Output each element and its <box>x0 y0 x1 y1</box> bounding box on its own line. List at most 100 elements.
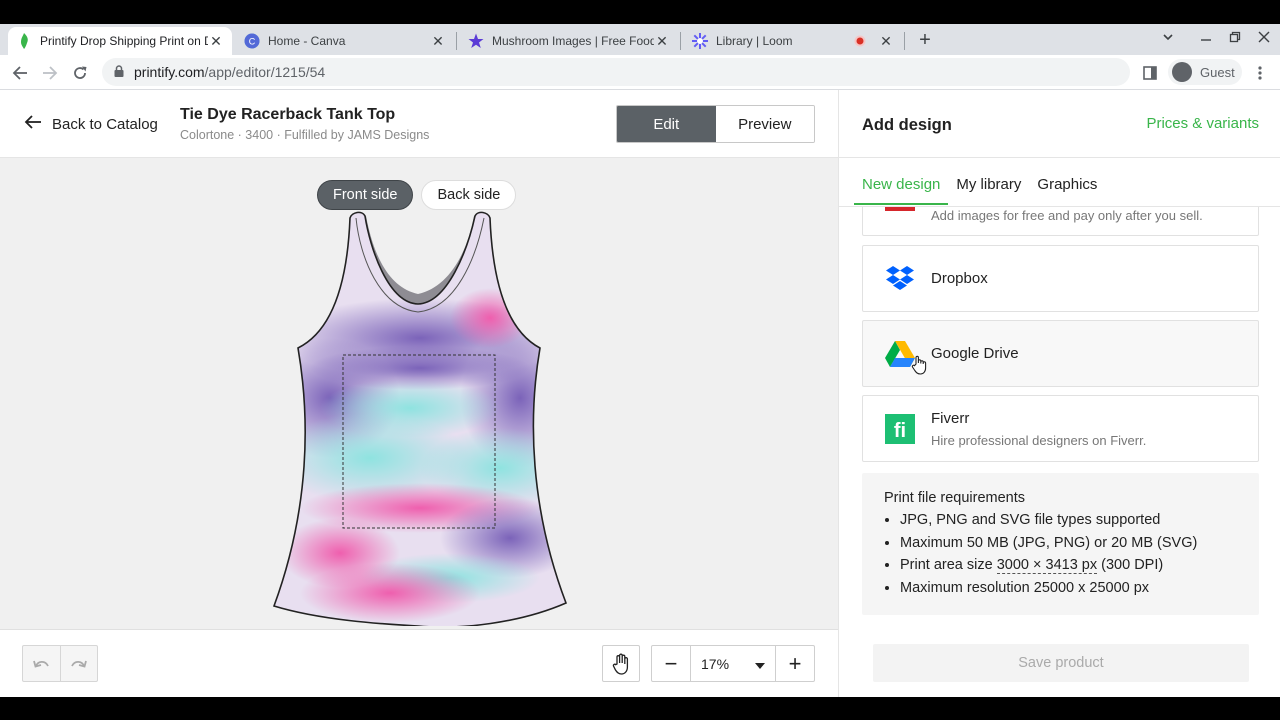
profile-button[interactable]: Guest <box>1168 59 1242 85</box>
close-tab-icon[interactable]: ✕ <box>430 33 446 50</box>
reload-icon[interactable] <box>68 61 92 85</box>
tab-search-icon[interactable] <box>1162 30 1174 46</box>
panel-title: Add design <box>862 116 952 134</box>
url-host: printify.com <box>134 64 205 80</box>
tab-title: Library | Loom <box>716 34 793 48</box>
print-area-dimensions[interactable]: 3000 × 3413 px <box>996 557 1098 574</box>
tab-divider <box>904 32 905 50</box>
prices-variants-link[interactable]: Prices & variants <box>1146 115 1259 132</box>
printify-icon <box>16 33 32 49</box>
browser-toolbar: printify.com/app/editor/1215/54 Guest <box>0 55 1280 90</box>
tab-printify[interactable]: Printify Drop Shipping Print on D ✕ <box>8 27 232 55</box>
profile-label: Guest <box>1200 64 1235 80</box>
redo-icon[interactable] <box>59 646 98 681</box>
back-label: Back to Catalog <box>52 115 158 133</box>
add-design-panel: Add design Prices & variants New design … <box>838 90 1280 697</box>
star-icon <box>468 33 484 49</box>
requirement-item: Maximum resolution 25000 x 25000 px <box>900 579 1259 598</box>
requirements-title: Print file requirements <box>884 490 1026 506</box>
zoom-control: − 17% + <box>651 645 815 682</box>
browser-window: Printify Drop Shipping Print on D ✕ C Ho… <box>0 24 1280 697</box>
minimize-icon[interactable] <box>1200 30 1212 46</box>
address-bar[interactable]: printify.com/app/editor/1215/54 <box>102 58 1130 86</box>
tab-mushroom[interactable]: Mushroom Images | Free Food & ✕ <box>460 27 678 55</box>
undo-icon[interactable] <box>23 646 60 681</box>
lock-icon <box>114 64 124 80</box>
svg-text:C: C <box>249 37 256 47</box>
tab-new-design[interactable]: New design <box>854 176 949 205</box>
card-name: Fiverr <box>931 409 970 427</box>
tab-canva[interactable]: C Home - Canva ✕ <box>236 27 454 55</box>
requirements-list: JPG, PNG and SVG file types supported Ma… <box>884 511 1259 597</box>
dropbox-icon <box>885 264 915 294</box>
print-area-dpi: (300 DPI) <box>1097 557 1164 573</box>
avatar <box>1172 62 1192 82</box>
front-side-button[interactable]: Front side <box>317 180 414 210</box>
card-name: Google Drive <box>931 345 1019 362</box>
print-requirements: Print file requirements JPG, PNG and SVG… <box>862 473 1259 615</box>
tank-top-mockup <box>272 211 568 626</box>
design-canvas[interactable]: Front side Back side <box>0 158 838 630</box>
restore-icon[interactable] <box>1229 30 1241 46</box>
forward-arrow-icon[interactable] <box>38 61 62 85</box>
fiverr-icon: fi <box>885 413 915 444</box>
design-source-tabs: New design My library Graphics <box>854 176 1105 205</box>
editor-header: Back to Catalog Tie Dye Racerback Tank T… <box>0 90 838 158</box>
arrow-left-icon <box>24 115 42 133</box>
pointer-hand-cursor-icon <box>911 355 927 380</box>
menu-kebab-icon[interactable] <box>1248 61 1272 85</box>
requirement-text: Print area size <box>900 557 997 573</box>
recording-icon <box>852 33 868 49</box>
tab-divider <box>680 32 681 50</box>
tab-my-library[interactable]: My library <box>948 176 1029 205</box>
close-tab-icon[interactable]: ✕ <box>878 33 894 50</box>
shutterstock-card[interactable]: Add images for free and pay only after y… <box>862 207 1259 236</box>
zoom-select[interactable]: 17% <box>690 646 776 681</box>
close-tab-icon[interactable]: ✕ <box>654 33 670 50</box>
svg-text:fi: fi <box>894 420 906 442</box>
side-panel-icon[interactable] <box>1138 61 1162 85</box>
tab-title: Mushroom Images | Free Food & <box>492 34 654 48</box>
back-to-catalog-link[interactable]: Back to Catalog <box>24 115 158 133</box>
fiverr-card[interactable]: fi Fiverr Hire professional designers on… <box>862 395 1259 462</box>
caret-down-icon <box>755 656 765 672</box>
google-drive-card[interactable]: Google Drive <box>862 320 1259 387</box>
card-desc: Add images for free and pay only after y… <box>931 208 1203 223</box>
new-tab-button[interactable]: + <box>914 30 936 52</box>
requirement-item: JPG, PNG and SVG file types supported <box>900 511 1259 530</box>
product-title: Tie Dye Racerback Tank Top <box>180 106 396 123</box>
product-subtitle: Colortone · 3400 · Fulfilled by JAMS Des… <box>180 128 430 142</box>
back-side-button[interactable]: Back side <box>421 180 517 210</box>
zoom-value: 17% <box>701 655 730 672</box>
tab-strip: Printify Drop Shipping Print on D ✕ C Ho… <box>0 24 1280 55</box>
requirement-item: Maximum 50 MB (JPG, PNG) or 20 MB (SVG) <box>900 534 1259 553</box>
preview-button[interactable]: Preview <box>715 106 814 142</box>
close-tab-icon[interactable]: ✕ <box>208 33 224 50</box>
close-window-icon[interactable] <box>1258 30 1270 46</box>
back-arrow-icon[interactable] <box>8 61 32 85</box>
tab-graphics[interactable]: Graphics <box>1029 176 1105 205</box>
tab-divider <box>456 32 457 50</box>
history-controls <box>22 645 98 682</box>
pan-hand-icon[interactable] <box>602 645 640 682</box>
url-path: /app/editor/1215/54 <box>204 64 326 80</box>
dropbox-card[interactable]: Dropbox <box>862 245 1259 312</box>
card-name: Dropbox <box>931 270 988 287</box>
zoom-in-button[interactable]: + <box>776 646 814 681</box>
tab-title: Printify Drop Shipping Print on D <box>40 34 208 48</box>
card-desc: Hire professional designers on Fiverr. <box>931 432 1147 448</box>
canva-icon: C <box>244 33 260 49</box>
design-sources-list[interactable]: Add images for free and pay only after y… <box>839 206 1280 654</box>
side-toggle: Front side Back side <box>317 180 517 210</box>
panel-header: Add design Prices & variants <box>839 90 1280 158</box>
tab-loom[interactable]: Library | Loom ✕ <box>684 27 902 55</box>
mode-toggle: Edit Preview <box>616 105 815 143</box>
shutterstock-icon <box>885 207 915 223</box>
tab-title: Home - Canva <box>268 34 346 48</box>
edit-button[interactable]: Edit <box>617 106 716 142</box>
editor-bottom-bar: − 17% + <box>0 630 838 697</box>
zoom-out-button[interactable]: − <box>652 646 690 681</box>
loom-icon <box>692 33 708 49</box>
save-product-button[interactable]: Save product <box>873 644 1249 682</box>
requirement-item: Print area size 3000 × 3413 px (300 DPI) <box>900 556 1259 575</box>
